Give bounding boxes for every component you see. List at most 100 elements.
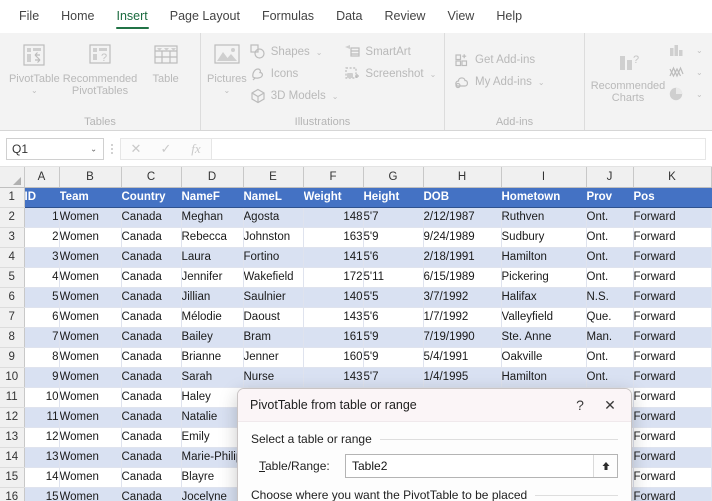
data-cell[interactable]: 5/4/1991 bbox=[423, 347, 502, 368]
row-header-10[interactable]: 10 bbox=[0, 367, 25, 388]
row-header-6[interactable]: 6 bbox=[0, 287, 25, 308]
data-cell[interactable]: Johnston bbox=[243, 227, 304, 248]
data-cell[interactable]: Forward bbox=[633, 407, 712, 428]
column-header-A[interactable]: A bbox=[24, 167, 60, 188]
my-addins-chevron-down-icon[interactable]: ⌄ bbox=[538, 78, 545, 87]
data-cell[interactable]: Jillian bbox=[181, 287, 244, 308]
enter-formula-button[interactable]: ✓ bbox=[151, 139, 181, 159]
data-cell[interactable]: Valleyfield bbox=[501, 307, 587, 328]
data-cell[interactable]: Women bbox=[59, 227, 122, 248]
data-cell[interactable]: Hamilton bbox=[501, 247, 587, 268]
data-cell[interactable]: Ont. bbox=[586, 207, 634, 228]
3d-models-button[interactable]: 3D Models ⌄ bbox=[247, 85, 342, 107]
data-cell[interactable]: Marie-Philip bbox=[181, 447, 244, 468]
data-cell[interactable]: Rebecca bbox=[181, 227, 244, 248]
data-cell[interactable]: Meghan bbox=[181, 207, 244, 228]
data-cell[interactable]: Canada bbox=[121, 227, 182, 248]
data-cell[interactable]: Jocelyne bbox=[181, 487, 244, 501]
data-cell[interactable]: Forward bbox=[633, 287, 712, 308]
data-cell[interactable]: Jenner bbox=[243, 347, 304, 368]
data-cell[interactable]: 143 bbox=[303, 367, 364, 388]
screenshot-button[interactable]: Screenshot ⌄ bbox=[341, 63, 439, 85]
pivottable-chevron-down-icon[interactable]: ⌄ bbox=[31, 86, 38, 95]
data-cell[interactable]: Canada bbox=[121, 327, 182, 348]
data-cell[interactable]: 1/4/1995 bbox=[423, 367, 502, 388]
shapes-button[interactable]: Shapes ⌄ bbox=[247, 41, 342, 63]
row-header-3[interactable]: 3 bbox=[0, 227, 25, 248]
column-header-D[interactable]: D bbox=[181, 167, 244, 188]
data-cell[interactable]: 4 bbox=[24, 267, 60, 288]
column-header-J[interactable]: J bbox=[586, 167, 634, 188]
data-cell[interactable]: Halifax bbox=[501, 287, 587, 308]
data-cell[interactable]: Saulnier bbox=[243, 287, 304, 308]
pie-chart-chevron-down-icon[interactable]: ⌄ bbox=[696, 90, 703, 99]
close-icon[interactable]: ✕ bbox=[595, 392, 625, 418]
data-cell[interactable]: N.S. bbox=[586, 287, 634, 308]
row-header-4[interactable]: 4 bbox=[0, 247, 25, 268]
data-cell[interactable]: Bram bbox=[243, 327, 304, 348]
data-cell[interactable]: Forward bbox=[633, 307, 712, 328]
row-header-14[interactable]: 14 bbox=[0, 447, 25, 468]
data-cell[interactable]: Ont. bbox=[586, 347, 634, 368]
data-cell[interactable]: 5 bbox=[24, 287, 60, 308]
header-cell[interactable]: Prov bbox=[586, 187, 634, 208]
data-cell[interactable]: 5'6 bbox=[363, 307, 424, 328]
data-cell[interactable]: Natalie bbox=[181, 407, 244, 428]
icons-button[interactable]: Icons bbox=[247, 63, 342, 85]
data-cell[interactable]: Canada bbox=[121, 487, 182, 501]
data-cell[interactable]: 5'9 bbox=[363, 347, 424, 368]
data-cell[interactable]: Mélodie bbox=[181, 307, 244, 328]
data-cell[interactable]: Women bbox=[59, 287, 122, 308]
data-cell[interactable]: Bailey bbox=[181, 327, 244, 348]
header-cell[interactable]: Hometown bbox=[501, 187, 587, 208]
data-cell[interactable]: Ont. bbox=[586, 267, 634, 288]
data-cell[interactable]: Canada bbox=[121, 267, 182, 288]
data-cell[interactable]: Ont. bbox=[586, 247, 634, 268]
data-cell[interactable]: Jennifer bbox=[181, 267, 244, 288]
data-cell[interactable]: Ont. bbox=[586, 227, 634, 248]
data-cell[interactable]: Nurse bbox=[243, 367, 304, 388]
data-cell[interactable]: Wakefield bbox=[243, 267, 304, 288]
data-cell[interactable]: 1 bbox=[24, 207, 60, 228]
tab-help[interactable]: Help bbox=[485, 0, 533, 33]
row-header-15[interactable]: 15 bbox=[0, 467, 25, 488]
3d-models-chevron-down-icon[interactable]: ⌄ bbox=[332, 92, 339, 101]
data-cell[interactable]: 5'6 bbox=[363, 247, 424, 268]
data-cell[interactable]: Forward bbox=[633, 347, 712, 368]
header-cell[interactable]: DOB bbox=[423, 187, 502, 208]
help-icon[interactable]: ? bbox=[565, 392, 595, 418]
data-cell[interactable]: Haley bbox=[181, 387, 244, 408]
data-cell[interactable]: Brianne bbox=[181, 347, 244, 368]
header-cell[interactable]: Pos bbox=[633, 187, 712, 208]
header-cell[interactable]: ID bbox=[24, 187, 60, 208]
data-cell[interactable]: Women bbox=[59, 247, 122, 268]
data-cell[interactable]: 148 bbox=[303, 207, 364, 228]
data-cell[interactable]: Canada bbox=[121, 367, 182, 388]
column-header-H[interactable]: H bbox=[423, 167, 502, 188]
data-cell[interactable]: Man. bbox=[586, 327, 634, 348]
column-header-K[interactable]: K bbox=[633, 167, 712, 188]
select-all-corner[interactable] bbox=[0, 167, 25, 188]
data-cell[interactable]: Women bbox=[59, 307, 122, 328]
data-cell[interactable]: 163 bbox=[303, 227, 364, 248]
data-cell[interactable]: Forward bbox=[633, 267, 712, 288]
header-cell[interactable]: Team bbox=[59, 187, 122, 208]
header-cell[interactable]: Weight bbox=[303, 187, 364, 208]
row-header-13[interactable]: 13 bbox=[0, 427, 25, 448]
data-cell[interactable]: 6/15/1989 bbox=[423, 267, 502, 288]
data-cell[interactable]: 143 bbox=[303, 307, 364, 328]
data-cell[interactable]: 14 bbox=[24, 467, 60, 488]
tab-file[interactable]: File bbox=[8, 0, 50, 33]
tab-home[interactable]: Home bbox=[50, 0, 105, 33]
data-cell[interactable]: Canada bbox=[121, 447, 182, 468]
data-cell[interactable]: Sudbury bbox=[501, 227, 587, 248]
line-chart-button[interactable]: ⌄ bbox=[665, 61, 706, 83]
line-chart-chevron-down-icon[interactable]: ⌄ bbox=[696, 68, 703, 77]
shapes-chevron-down-icon[interactable]: ⌄ bbox=[316, 48, 323, 57]
pivottable-button[interactable]: PivotTable ⌄ bbox=[6, 37, 63, 95]
row-header-16[interactable]: 16 bbox=[0, 487, 25, 501]
column-chart-chevron-down-icon[interactable]: ⌄ bbox=[696, 46, 703, 55]
row-header-5[interactable]: 5 bbox=[0, 267, 25, 288]
data-cell[interactable]: 3/7/1992 bbox=[423, 287, 502, 308]
pie-chart-button[interactable]: ⌄ bbox=[665, 83, 706, 105]
